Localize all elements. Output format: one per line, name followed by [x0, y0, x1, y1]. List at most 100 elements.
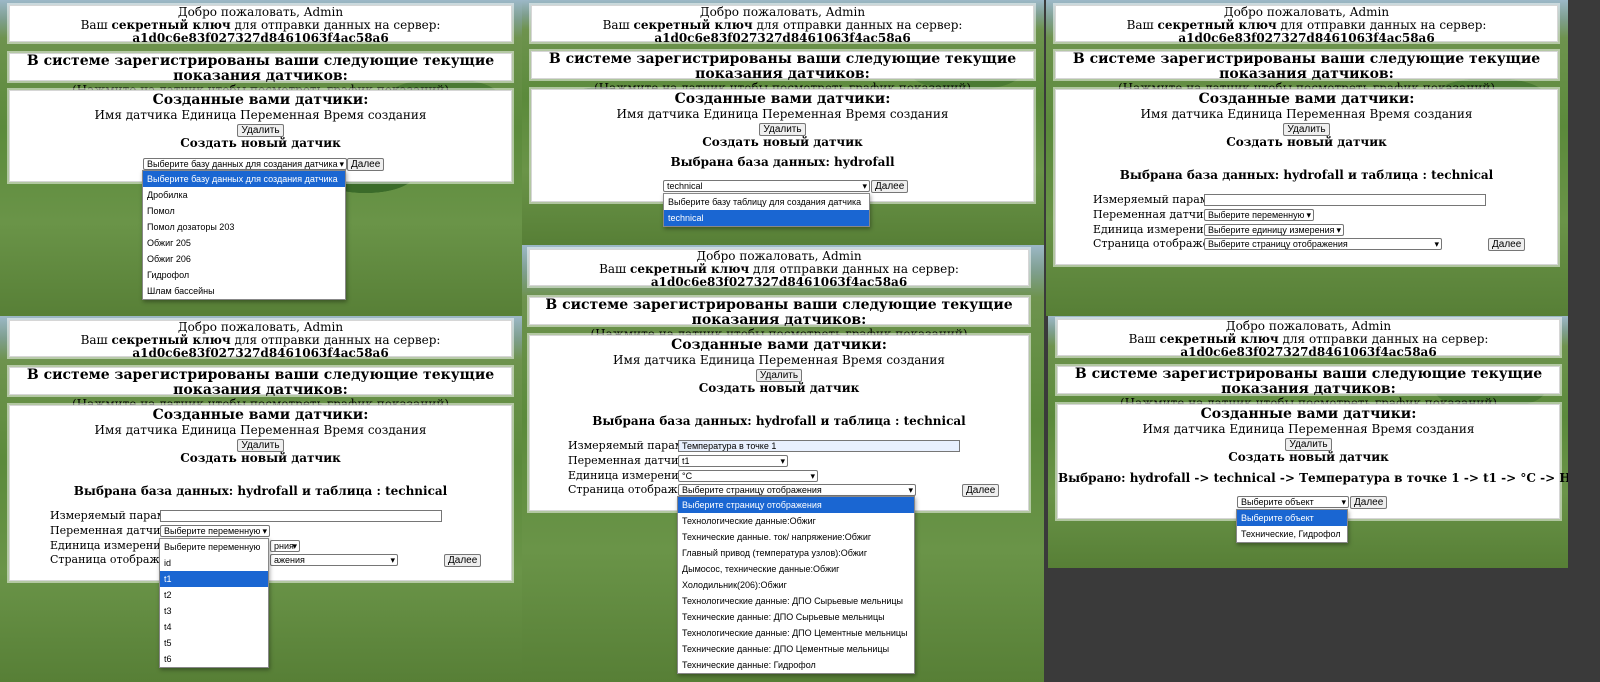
welcome-box: Добро пожаловать, Admin Ваш секретный кл… — [9, 5, 512, 45]
variable-option[interactable]: t5 — [160, 635, 268, 651]
sensor-columns: Имя датчика Единица Переменная Время соз… — [613, 353, 945, 367]
db-option[interactable]: Обжиг 205 — [143, 235, 345, 251]
db-option[interactable]: Помол дозаторы 203 — [143, 219, 345, 235]
variable-option[interactable]: t6 — [160, 651, 268, 667]
object-dropdown-list: Выберите объект Технические, Гидрофол — [1236, 509, 1348, 543]
next-button[interactable]: Далее — [347, 158, 385, 171]
db-option[interactable]: Шлам бассейны — [143, 283, 345, 299]
page-option[interactable]: Технологические данные: ДПО Сырьевые мел… — [678, 593, 914, 609]
table-select[interactable]: technical — [663, 180, 870, 192]
object-select[interactable]: Выберите объект — [1237, 496, 1349, 508]
unit-label: Единица измерения: — [1093, 223, 1215, 236]
page-dropdown-list: Выберите страницу отображения Технологич… — [677, 496, 915, 674]
secret-key: a1d0c6e83f027327d8461063f4ac58a6 — [650, 275, 908, 289]
unit-label: Единица измерения: — [50, 539, 172, 552]
registered-box: В системе зарегистрированы ваши следующи… — [1057, 366, 1560, 410]
created-box: Созданные вами датчики: Имя датчика Един… — [9, 90, 512, 182]
table-option[interactable]: Выберите базу таблицу для создания датчи… — [664, 194, 869, 210]
page-option[interactable]: Технические данные: Гидрофол — [678, 657, 914, 673]
page-option[interactable]: Дымосос, технические данные:Обжиг — [678, 561, 914, 577]
measured-input[interactable]: Температура в точке 1 — [678, 440, 960, 452]
db-table-selected-text: Выбрана база данных: hydrofall и таблица… — [592, 414, 966, 428]
secret-key: a1d0c6e83f027327d8461063f4ac58a6 — [1180, 345, 1437, 359]
db-table-selected-text: Выбрана база данных: hydrofall и таблица… — [73, 484, 448, 498]
screenshot-pane-4: Добро пожаловать, Admin Ваш секретный кл… — [0, 316, 522, 682]
registered-title: В системе зарегистрированы ваши следующи… — [545, 297, 1013, 328]
variable-option[interactable]: id — [160, 555, 268, 571]
created-title: Созданные вами датчики: — [671, 337, 887, 353]
page-option[interactable]: Главный привод (температура узлов):Обжиг — [678, 545, 914, 561]
next-button[interactable]: Далее — [1488, 238, 1526, 251]
welcome-box: Добро пожаловать, Admin Ваш секретный кл… — [1055, 5, 1558, 45]
registered-title: В системе зарегистрированы ваши следующи… — [548, 51, 1017, 82]
registered-box: В системе зарегистрированы ваши следующи… — [531, 51, 1034, 95]
page-option[interactable]: Технические данные: ДПО Цементные мельни… — [678, 641, 914, 657]
variable-label: Переменная датчика: — [50, 524, 178, 537]
measured-input[interactable] — [160, 510, 442, 522]
page-option[interactable]: Технологические данные: ДПО Цементные ме… — [678, 625, 914, 641]
next-button[interactable]: Далее — [444, 554, 482, 567]
page-option[interactable]: Технические данные: ДПО Сырьевые мельниц… — [678, 609, 914, 625]
unit-select-partial[interactable]: рния — [270, 540, 300, 552]
created-title: Созданные вами датчики: — [1200, 406, 1417, 422]
variable-select[interactable]: Выберите переменную — [1204, 209, 1314, 221]
welcome-box: Добро пожаловать, Admin Ваш секретный кл… — [9, 320, 512, 360]
page-option[interactable]: Технические данные. ток/ напряжение:Обжи… — [678, 529, 914, 545]
registered-title: В системе зарегистрированы ваши следующи… — [1074, 366, 1543, 397]
db-table-selected-text: Выбрана база данных: hydrofall и таблица… — [1119, 168, 1494, 182]
created-box: Созданные вами датчики: Имя датчика Един… — [1055, 89, 1558, 265]
created-title: Созданные вами датчики: — [152, 92, 369, 108]
secret-key: a1d0c6e83f027327d8461063f4ac58a6 — [132, 31, 389, 45]
table-option[interactable]: technical — [664, 210, 869, 226]
created-title: Созданные вами датчики: — [1198, 91, 1415, 107]
db-option[interactable]: Обжиг 206 — [143, 251, 345, 267]
welcome-box: Добро пожаловать, Admin Ваш секретный кл… — [529, 249, 1029, 289]
screenshot-pane-2: Добро пожаловать, Admin Ваш секретный кл… — [522, 0, 1044, 245]
measured-input[interactable] — [1204, 194, 1486, 206]
db-select[interactable]: Выберите базу данных для создания датчик… — [143, 158, 347, 170]
variable-option[interactable]: t2 — [160, 587, 268, 603]
page-select[interactable]: Выберите страницу отображения — [678, 484, 916, 496]
object-option[interactable]: Технические, Гидрофол — [1237, 526, 1347, 542]
sensor-columns: Имя датчика Единица Переменная Время соз… — [616, 107, 949, 121]
registered-box: В системе зарегистрированы ваши следующи… — [1055, 51, 1558, 95]
db-option[interactable]: Помол — [143, 203, 345, 219]
page-select[interactable]: Выберите страницу отображения — [1204, 238, 1442, 250]
variable-option[interactable]: t4 — [160, 619, 268, 635]
page-option[interactable]: Технологические данные:Обжиг — [678, 513, 914, 529]
variable-label: Переменная датчика: — [1093, 208, 1221, 221]
object-option[interactable]: Выберите объект — [1237, 510, 1347, 526]
variable-option[interactable]: t3 — [160, 603, 268, 619]
variable-label: Переменная датчика: — [568, 454, 696, 467]
db-selected-text: Выбрана база данных: hydrofall — [670, 155, 895, 169]
db-option[interactable]: Дробилка — [143, 187, 345, 203]
variable-option[interactable]: Выберите переменную — [160, 539, 268, 555]
chosen-path-text: Выбрано: hydrofall -> technical -> Темпе… — [1058, 471, 1568, 485]
created-title: Созданные вами датчики: — [674, 91, 891, 107]
create-new-title: Создать новый датчик — [180, 451, 341, 465]
screenshot-pane-3: Добро пожаловать, Admin Ваш секретный кл… — [1046, 0, 1568, 316]
next-button[interactable]: Далее — [962, 484, 1000, 497]
screenshot-pane-5: Добро пожаловать, Admin Ваш секретный кл… — [522, 245, 1044, 682]
created-box: Созданные вами датчики: Имя датчика Един… — [531, 89, 1034, 202]
page-option[interactable]: Выберите страницу отображения — [678, 497, 914, 513]
unit-select[interactable]: °C — [678, 470, 818, 482]
page-option[interactable]: Холодильник(206):Обжиг — [678, 577, 914, 593]
next-button[interactable]: Далее — [1350, 496, 1388, 509]
variable-select[interactable]: t1 — [678, 455, 788, 467]
create-new-title: Создать новый датчик — [702, 135, 863, 149]
db-option[interactable]: Гидрофол — [143, 267, 345, 283]
variable-select[interactable]: Выберите переменную — [160, 525, 270, 537]
registered-box: В системе зарегистрированы ваши следующи… — [9, 367, 512, 411]
registered-box: В системе зарегистрированы ваши следующи… — [9, 53, 512, 97]
secret-key: a1d0c6e83f027327d8461063f4ac58a6 — [132, 346, 389, 360]
unit-select[interactable]: Выберите единицу измерения — [1204, 224, 1344, 236]
db-option[interactable]: Выберите базу данных для создания датчик… — [143, 171, 345, 187]
unit-label: Единица измерения: — [568, 469, 690, 482]
next-button[interactable]: Далее — [871, 180, 909, 193]
secret-key: a1d0c6e83f027327d8461063f4ac58a6 — [1178, 31, 1435, 45]
sensor-columns: Имя датчика Единица Переменная Время соз… — [94, 423, 427, 437]
table-dropdown-list: Выберите базу таблицу для создания датчи… — [663, 193, 870, 227]
variable-option[interactable]: t1 — [160, 571, 268, 587]
page-select-partial[interactable]: ажения — [270, 554, 398, 566]
